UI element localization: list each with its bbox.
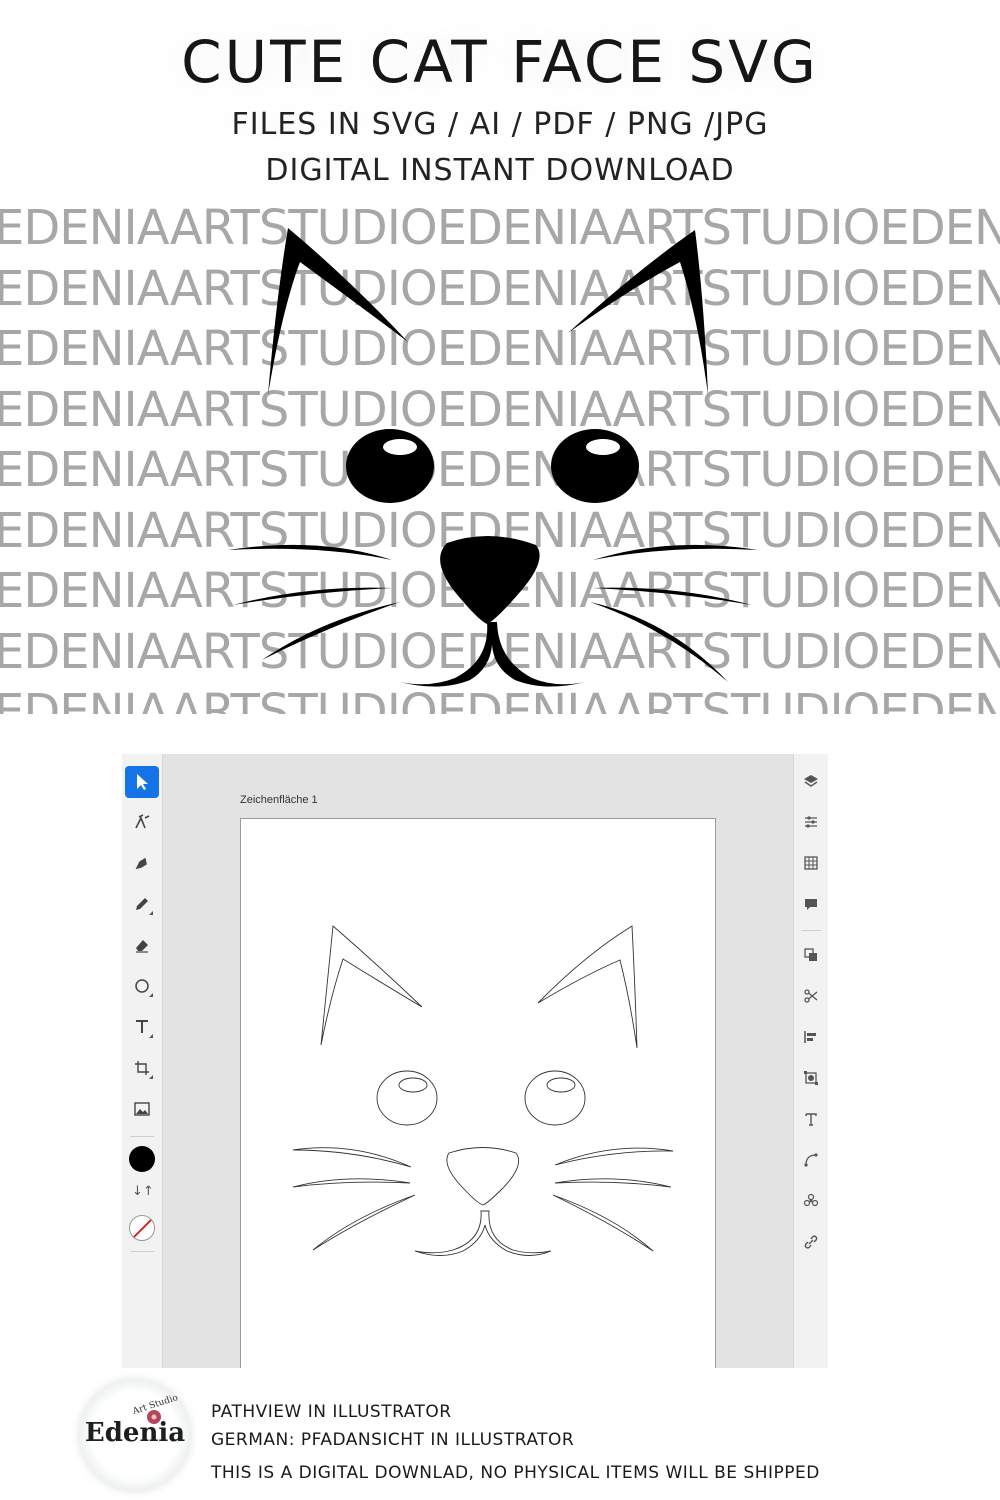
left-eye xyxy=(346,429,434,503)
left-eye-highlight-path xyxy=(398,1077,428,1093)
whisker-path xyxy=(552,1194,654,1252)
repeat-icon[interactable] xyxy=(798,1188,824,1214)
transform-tool-icon[interactable] xyxy=(125,1052,159,1084)
german-caption: GERMAN: PFADANSICHT IN ILLUSTRATOR xyxy=(211,1430,575,1450)
whisker xyxy=(590,602,728,682)
right-ear xyxy=(568,230,708,395)
pencil-tool-icon[interactable] xyxy=(125,888,159,920)
type-icon[interactable] xyxy=(798,1106,824,1132)
transform-icon[interactable] xyxy=(798,1065,824,1091)
eye-highlight xyxy=(586,439,620,455)
image-tool-icon[interactable] xyxy=(125,1093,159,1125)
eye-highlight xyxy=(383,439,417,455)
link-icon[interactable] xyxy=(798,1229,824,1255)
header: CUTE CAT FACE SVG FILES IN SVG / AI / PD… xyxy=(0,22,1000,194)
nose xyxy=(440,535,540,624)
cat-path-outline xyxy=(292,925,674,1256)
comments-icon[interactable] xyxy=(798,891,824,917)
left-ear-path xyxy=(320,925,423,1046)
eraser-tool-icon[interactable] xyxy=(125,929,159,961)
whisker xyxy=(593,544,758,560)
product-title: CUTE CAT FACE SVG xyxy=(181,28,819,96)
whisker xyxy=(228,544,392,560)
arrange-icon[interactable] xyxy=(798,942,824,968)
tools-panel: ↓↑ xyxy=(122,754,163,1368)
shipping-disclaimer: THIS IS A DIGITAL DOWNLAD, NO PHYSICAL I… xyxy=(211,1463,820,1483)
swatches-icon[interactable] xyxy=(798,850,824,876)
artboard-label: Zeichenfläche 1 xyxy=(240,794,318,806)
align-icon[interactable] xyxy=(798,1024,824,1050)
pen-tool-icon[interactable] xyxy=(125,847,159,879)
type-tool-icon[interactable] xyxy=(125,1011,159,1043)
ellipse-tool-icon[interactable] xyxy=(125,970,159,1002)
artboard[interactable] xyxy=(240,818,716,1368)
pathview-caption: PATHVIEW IN ILLUSTRATOR xyxy=(211,1402,452,1422)
toolbar-divider xyxy=(130,1251,154,1252)
right-ear-path xyxy=(537,925,638,1049)
nose-path xyxy=(446,1147,520,1206)
layers-icon[interactable] xyxy=(798,768,824,794)
file-formats: FILES IN SVG / AI / PDF / PNG /JPG xyxy=(231,107,769,142)
right-panels-bar xyxy=(793,754,828,1368)
whisker-path xyxy=(554,1147,674,1166)
properties-icon[interactable] xyxy=(798,809,824,835)
whisker-path xyxy=(554,1178,672,1188)
stroke-none-swatch[interactable] xyxy=(129,1215,155,1241)
panel-divider xyxy=(801,930,821,931)
logo-wordmark: Edenia xyxy=(84,1418,186,1448)
selection-tool-icon[interactable] xyxy=(125,766,159,798)
whisker xyxy=(233,587,392,605)
scissors-icon[interactable] xyxy=(798,983,824,1009)
path-icon[interactable] xyxy=(798,1147,824,1173)
whisker-path xyxy=(292,1147,412,1168)
left-ear xyxy=(268,228,408,395)
whisker-path xyxy=(292,1178,411,1188)
mouth-path xyxy=(414,1210,552,1256)
direct-selection-tool-icon[interactable] xyxy=(125,806,159,838)
fill-color-swatch[interactable] xyxy=(129,1146,155,1172)
toolbar-divider xyxy=(130,1136,154,1137)
whisker xyxy=(262,602,400,660)
swap-colors-icon[interactable]: ↓↑ xyxy=(132,1184,154,1199)
whisker-path xyxy=(312,1194,416,1251)
edenia-logo: Edenia Art Studio xyxy=(80,1380,190,1490)
whisker xyxy=(593,587,752,605)
cat-face-illustration xyxy=(228,228,758,687)
illustrator-window: ↓↑ Zeichenfläche 1 xyxy=(122,754,828,1368)
delivery-note: DIGITAL INSTANT DOWNLOAD xyxy=(265,153,735,188)
mouth xyxy=(400,622,585,687)
right-eye-highlight-path xyxy=(546,1077,576,1093)
